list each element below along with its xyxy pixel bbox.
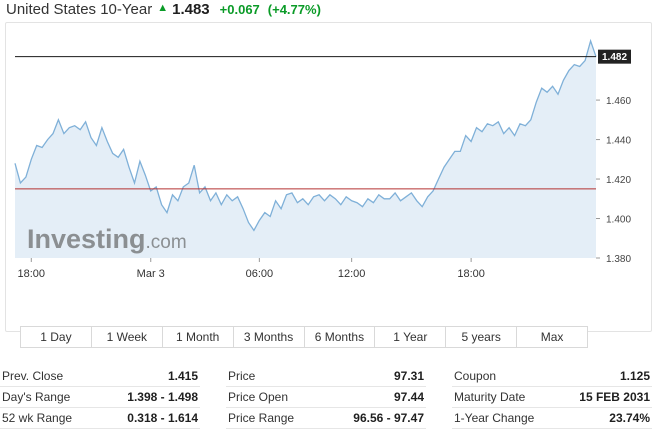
range-button-5-years[interactable]: 5 years [446,327,518,347]
stat-value: 97.44 [393,390,424,404]
watermark-suffix: .com [146,232,187,253]
time-range-selector: 1 Day 1 Week 1 Month 3 Months 6 Months 1… [20,326,588,348]
current-price-label: 1.482 [602,52,627,63]
x-tick-label: 18:00 [457,268,485,280]
stat-value: 97.31 [393,369,424,383]
stat-row-52wk-range: 52 wk Range 0.318 - 1.614 [0,408,200,429]
stat-row-price: Price 97.31 [226,366,426,387]
price-change: +0.067 [219,2,260,17]
range-button-max[interactable]: Max [517,327,587,347]
stat-row-days-range: Day's Range 1.398 - 1.498 [0,387,200,408]
stat-label: Day's Range [2,390,71,404]
chart-container: 1.482 1.460 1.440 1.420 1.400 1.380 18:00 Mar 3… [5,22,652,348]
stat-label: Prev. Close [2,369,64,383]
stat-label: Coupon [454,369,497,383]
stat-label: Price Open [228,390,289,404]
price-change-percent: (+4.77%) [267,2,321,17]
x-tick-label: Mar 3 [137,268,165,280]
y-tick-label: 1.380 [606,254,631,265]
stat-row-price-open: Price Open 97.44 [226,387,426,408]
instrument-header: United States 10-Year ▲ 1.483 +0.067 (+4… [6,1,329,23]
range-button-1-year[interactable]: 1 Year [375,327,447,347]
y-tick-label: 1.460 [606,96,631,107]
price-chart[interactable]: 1.482 1.460 1.440 1.420 1.400 1.380 18:00 Mar 3… [6,23,651,331]
stats-column-3: Coupon 1.125 Maturity Date 15 FEB 2031 1… [452,366,652,429]
stat-value: 96.56 - 97.47 [353,411,424,425]
range-button-6-months[interactable]: 6 Months [305,327,376,347]
stat-value: 23.74% [609,411,650,425]
stat-row-coupon: Coupon 1.125 [452,366,652,387]
stat-value: 1.398 - 1.498 [127,390,198,404]
stat-row-price-range: Price Range 96.56 - 97.47 [226,408,426,429]
instrument-name: United States 10-Year [6,1,153,18]
stat-row-1yr-change: 1-Year Change 23.74% [452,408,652,429]
range-button-1-week[interactable]: 1 Week [92,327,163,347]
stat-value: 1.415 [167,369,198,383]
stats-column-1: Prev. Close 1.415 Day's Range 1.398 - 1.… [0,366,200,429]
x-tick-label: 18:00 [18,268,46,280]
stat-value: 1.125 [619,369,650,383]
range-button-1-day[interactable]: 1 Day [21,327,92,347]
stat-label: 52 wk Range [2,411,73,425]
watermark-brand: Investing [27,224,146,254]
stat-row-maturity-date: Maturity Date 15 FEB 2031 [452,387,652,408]
range-button-3-months[interactable]: 3 Months [234,327,305,347]
stat-row-prev-close: Prev. Close 1.415 [0,366,200,387]
stat-value: 0.318 - 1.614 [127,411,198,425]
stat-label: Maturity Date [454,390,526,404]
stats-column-2: Price 97.31 Price Open 97.44 Price Range… [226,366,426,429]
stat-label: Price Range [228,411,295,425]
y-tick-label: 1.440 [606,136,631,147]
last-price: 1.483 [172,1,210,18]
y-tick-label: 1.420 [606,175,631,186]
stat-value: 15 FEB 2031 [579,390,650,404]
range-button-1-month[interactable]: 1 Month [163,327,234,347]
stat-label: 1-Year Change [454,411,535,425]
stat-label: Price [228,369,256,383]
up-arrow-icon: ▲ [157,2,169,14]
x-tick-label: 06:00 [246,268,274,280]
x-tick-label: 12:00 [338,268,366,280]
y-tick-label: 1.400 [606,215,631,226]
